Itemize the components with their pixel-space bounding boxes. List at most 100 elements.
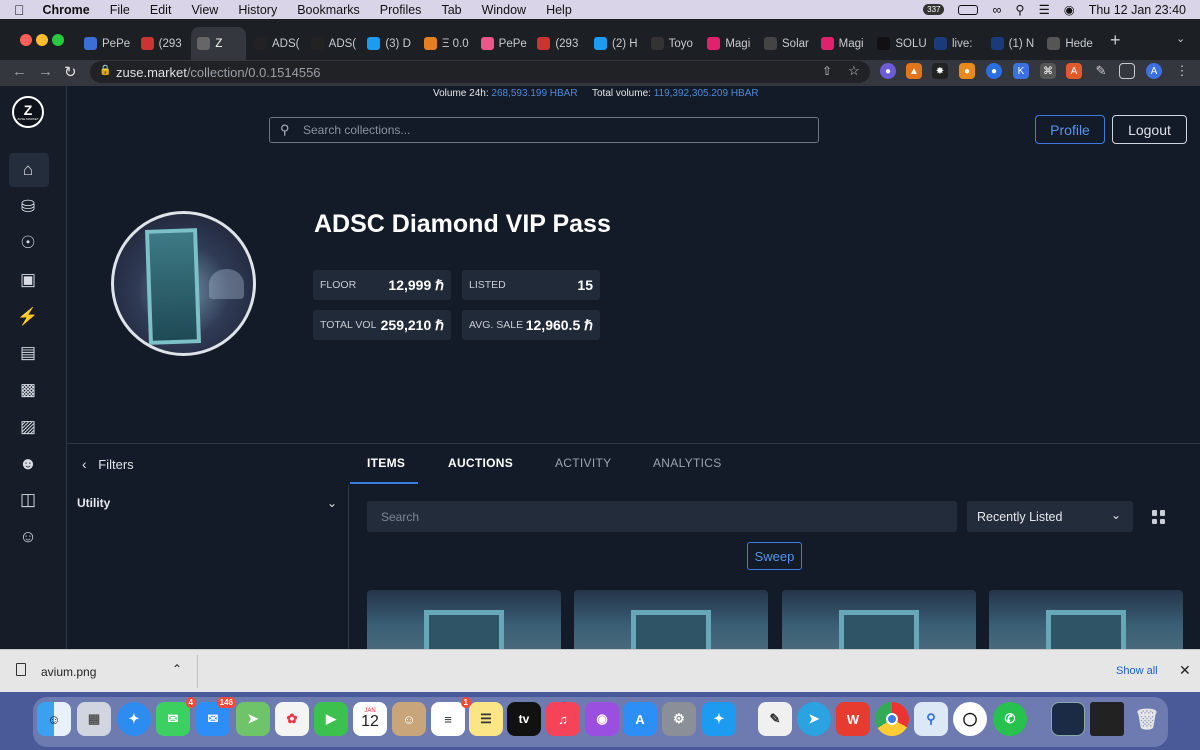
browser-tab[interactable]: Hede	[1041, 27, 1096, 60]
utility-filter[interactable]: Utility	[77, 496, 110, 510]
browser-tab[interactable]: (293	[531, 27, 586, 60]
profile-avatar[interactable]: A	[1146, 63, 1162, 79]
textedit-icon[interactable]: ✎	[758, 702, 792, 736]
safari-icon[interactable]: ✦	[117, 702, 151, 736]
back-icon[interactable]: ←	[12, 63, 27, 80]
search-icon[interactable]: ⚲	[1015, 2, 1024, 17]
forward-icon[interactable]: →	[38, 63, 53, 80]
download-file-name[interactable]: avium.png	[41, 665, 96, 679]
browser-tab[interactable]: Ξ 0.0	[418, 27, 473, 60]
sort-select[interactable]: Recently Listed ⌄	[967, 501, 1133, 532]
utility-chevron-down-icon[interactable]: ⌄	[327, 496, 337, 510]
nft-card[interactable]	[574, 590, 768, 650]
collection-search-input[interactable]: ⚲ Search collections...	[269, 117, 819, 143]
wps-icon[interactable]: W	[836, 702, 870, 736]
chrome-icon[interactable]	[875, 702, 909, 736]
launchpad-icon[interactable]: ▦	[77, 702, 111, 736]
menu-file[interactable]: File	[110, 3, 130, 17]
finder-icon[interactable]: ☺	[37, 702, 71, 736]
lock-icon[interactable]: 🔒	[99, 65, 111, 76]
collections-icon[interactable]: ▣	[17, 269, 39, 291]
browser-tab[interactable]: (1) N	[985, 27, 1040, 60]
show-all-button[interactable]: Show all	[1116, 665, 1158, 677]
recent-file-thumbnail-2[interactable]	[1090, 702, 1124, 736]
items-search-input[interactable]: Search	[367, 501, 957, 532]
lightning-icon[interactable]: ⚡	[17, 306, 39, 328]
contacts-icon[interactable]: ☺	[392, 702, 426, 736]
trash-icon[interactable]: 🗑	[1130, 702, 1164, 736]
extension-icon-8[interactable]: A	[1066, 63, 1082, 79]
new-tab-icon[interactable]: +	[1110, 30, 1121, 51]
extension-icon-7[interactable]: ⌘	[1040, 63, 1056, 79]
extension-icon-1[interactable]: ●	[880, 63, 896, 79]
podcasts-icon[interactable]: ◉	[585, 702, 619, 736]
browser-tab[interactable]: PePe	[475, 27, 530, 60]
browser-tab[interactable]: Z	[191, 27, 246, 60]
gift-icon[interactable]: ◫	[17, 489, 39, 511]
browser-tab[interactable]: ADS(	[248, 27, 303, 60]
preview-icon[interactable]: ⚲	[914, 702, 948, 736]
bookmark-star-icon[interactable]: ☆	[848, 63, 860, 79]
share-icon[interactable]: ⇧	[822, 64, 832, 78]
download-chevron-up-icon[interactable]: ⌃	[172, 662, 182, 676]
url-bar[interactable]: 🔒 zuse.market/collection/0.0.1514556 ⇧ ☆	[90, 61, 870, 83]
app-icon-circle[interactable]: ◯	[953, 702, 987, 736]
tab-items[interactable]: ITEMS	[367, 456, 405, 470]
app-store-icon[interactable]: A	[623, 702, 657, 736]
notes-icon[interactable]: ☰	[469, 702, 503, 736]
browser-tab[interactable]: (293	[135, 27, 190, 60]
extension-icon-3[interactable]: ✸	[932, 63, 948, 79]
menu-view[interactable]: View	[191, 3, 218, 17]
grid-view-icon[interactable]	[1152, 510, 1166, 524]
calendar-icon[interactable]: JAN 12	[353, 702, 387, 736]
mail-icon[interactable]: ✉ 146	[196, 697, 236, 736]
presentation-chart-icon[interactable]: ▨	[17, 416, 39, 438]
home-icon[interactable]: ⌂	[17, 159, 39, 181]
profile-button[interactable]: Profile	[1035, 115, 1105, 144]
menu-profiles[interactable]: Profiles	[380, 3, 422, 17]
nft-card[interactable]	[782, 590, 976, 650]
menu-window[interactable]: Window	[482, 3, 526, 17]
close-icon[interactable]: ✕	[1179, 662, 1191, 679]
close-window-button[interactable]	[20, 34, 32, 46]
maps-icon[interactable]: ➤	[236, 702, 270, 736]
tab-search-icon[interactable]: ⌄	[1176, 32, 1185, 45]
reload-icon[interactable]: ↻	[64, 63, 77, 81]
extensions-puzzle-icon[interactable]: ✎	[1093, 63, 1109, 79]
twitter-icon[interactable]: ✦	[702, 702, 736, 736]
metamask-icon[interactable]: ▲	[906, 63, 922, 79]
browser-tab[interactable]: live:	[928, 27, 983, 60]
telegram-icon[interactable]: ➤	[797, 702, 831, 736]
browser-tab[interactable]: PePe	[78, 27, 133, 60]
facetime-icon[interactable]: ▶	[314, 702, 348, 736]
browser-tab[interactable]: Toyo	[645, 27, 700, 60]
stack-icon[interactable]: ▤	[17, 342, 39, 364]
tab-analytics[interactable]: ANALYTICS	[653, 456, 722, 470]
globe-icon[interactable]: ☉	[17, 232, 39, 254]
maximize-window-button[interactable]	[52, 34, 64, 46]
browser-tab[interactable]: (3) D	[361, 27, 416, 60]
apple-icon[interactable]: 	[14, 2, 25, 18]
system-settings-icon[interactable]: ⚙	[662, 702, 696, 736]
sweep-button[interactable]: Sweep	[747, 542, 802, 570]
browser-tab[interactable]: (2) H	[588, 27, 643, 60]
tab-auctions[interactable]: AUCTIONS	[448, 456, 513, 470]
zuse-logo[interactable]: Z ZUSE MARKET	[12, 96, 44, 128]
bar-chart-icon[interactable]: ▩	[17, 379, 39, 401]
logout-button[interactable]: Logout	[1112, 115, 1187, 144]
menu-app-name[interactable]: Chrome	[43, 3, 90, 17]
status-badge-icon[interactable]: 337	[923, 4, 945, 15]
sidepanel-icon[interactable]	[1119, 63, 1135, 79]
nft-card[interactable]	[367, 590, 561, 650]
extension-icon-6[interactable]: K	[1013, 63, 1029, 79]
user-icon[interactable]: ☺	[17, 526, 39, 548]
browser-tab[interactable]: Magi	[815, 27, 870, 60]
battery-icon[interactable]	[958, 4, 979, 15]
browser-tab[interactable]: SOLU	[871, 27, 926, 60]
reminders-icon[interactable]: ≡ 1	[431, 697, 471, 736]
siri-icon[interactable]: ◉	[1064, 2, 1075, 17]
chrome-menu-icon[interactable]: ⋮	[1174, 63, 1190, 79]
browser-tab[interactable]: Solar	[758, 27, 813, 60]
extension-icon-5[interactable]: ●	[986, 63, 1002, 79]
control-center-icon[interactable]: ☰	[1039, 2, 1050, 17]
